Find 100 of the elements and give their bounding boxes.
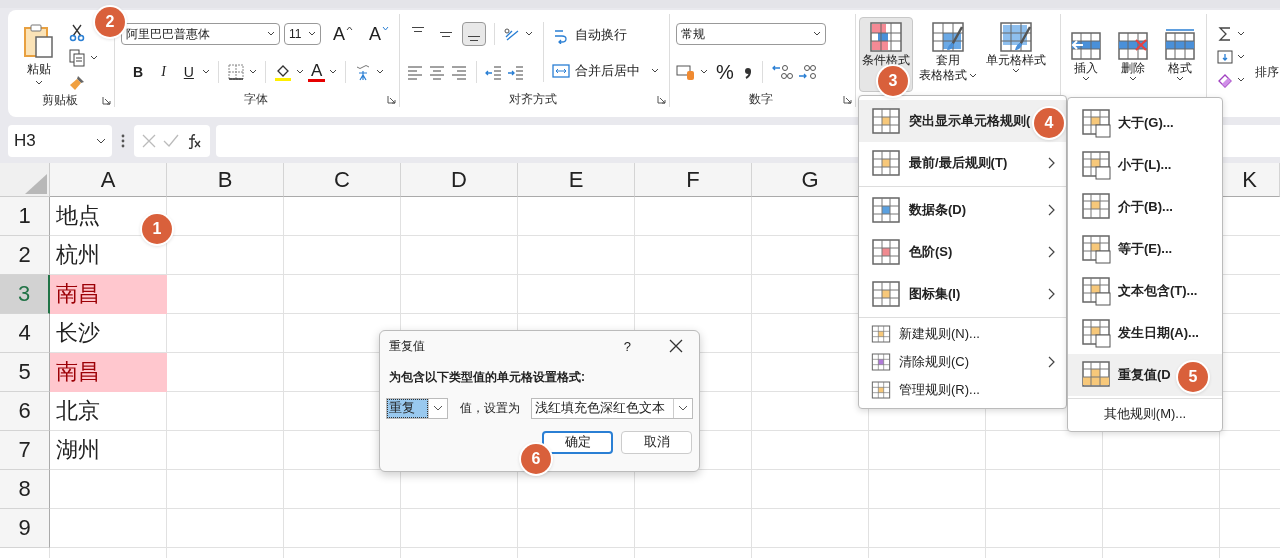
row-header[interactable]: 4 — [0, 314, 50, 353]
shrink-font-button[interactable]: A — [365, 23, 393, 45]
bold-button[interactable]: B — [129, 64, 148, 80]
grow-font-button[interactable]: A — [328, 23, 357, 45]
style-button[interactable]: 套用 表格格式 — [916, 17, 980, 92]
font-color-button[interactable]: A — [307, 62, 326, 82]
row-header[interactable]: 7 — [0, 431, 50, 470]
cells-button[interactable]: 插入 — [1064, 25, 1108, 86]
duplicate-type-dropdown[interactable]: 重复 — [386, 398, 448, 419]
column-header[interactable]: F — [635, 163, 752, 197]
caret-icon[interactable] — [1237, 31, 1245, 37]
row-header[interactable]: 6 — [0, 392, 50, 431]
font-size-dropdown[interactable]: 11 — [283, 23, 321, 45]
menu-item[interactable]: 清除规则(C) — [859, 348, 1066, 376]
fill-down-icon[interactable] — [1217, 49, 1233, 65]
menu-item[interactable]: 等于(E)... — [1068, 228, 1222, 270]
cells-button[interactable]: 删除 — [1111, 25, 1155, 86]
column-header[interactable]: D — [401, 163, 518, 197]
menu-item[interactable]: 新建规则(N)... — [859, 320, 1066, 348]
row-header[interactable]: 8 — [0, 470, 50, 509]
menu-item[interactable]: 图标集(I) — [859, 273, 1066, 315]
font-name-dropdown[interactable]: 阿里巴巴普惠体 — [121, 23, 280, 45]
border-icon[interactable] — [226, 63, 245, 81]
percent-button[interactable]: % — [712, 60, 738, 84]
row-header[interactable]: 1 — [0, 197, 50, 236]
table-icon — [1082, 318, 1112, 348]
caret-icon[interactable] — [1237, 77, 1245, 83]
caret-icon[interactable] — [1237, 54, 1245, 60]
cells-button[interactable]: 格式 — [1158, 25, 1202, 86]
menu-item[interactable]: 大于(G)... — [1068, 102, 1222, 144]
caret-icon[interactable] — [376, 69, 385, 75]
decrease-indent-icon[interactable] — [485, 63, 503, 81]
merge-center-button[interactable]: 合并后居中 — [552, 60, 659, 82]
row-header[interactable]: 9 — [0, 509, 50, 548]
row-header[interactable]: 5 — [0, 353, 50, 392]
caret-icon[interactable] — [90, 55, 98, 61]
row-header[interactable]: 2 — [0, 236, 50, 275]
dialog-prompt: 为包含以下类型值的单元格设置格式: — [388, 369, 586, 386]
close-icon[interactable] — [669, 339, 683, 353]
wrap-text-button[interactable]: 自动换行 — [552, 24, 659, 46]
caret-icon[interactable] — [248, 69, 257, 75]
brush-icon[interactable] — [68, 74, 86, 92]
caret-icon[interactable] — [700, 69, 708, 75]
group-label: 对齐方式 — [509, 91, 557, 108]
style-button[interactable]: 单元格样式 — [983, 17, 1049, 92]
underline-button[interactable]: U — [179, 64, 198, 80]
menu-item[interactable]: 色阶(S) — [859, 231, 1066, 273]
column-header[interactable]: B — [167, 163, 284, 197]
caret-icon[interactable] — [201, 69, 210, 75]
number-format-dropdown[interactable]: 常规 — [676, 23, 826, 45]
menu-item[interactable]: 文本包含(T)... — [1068, 270, 1222, 312]
table-icon — [1082, 234, 1112, 264]
group-label: 字体 — [243, 91, 268, 108]
row-header[interactable]: 3 — [0, 275, 50, 314]
align-center-icon[interactable] — [428, 63, 446, 81]
launcher-icon[interactable] — [102, 96, 111, 105]
align-right-icon[interactable] — [450, 63, 468, 81]
launcher-icon[interactable] — [387, 95, 396, 104]
caret-icon[interactable] — [295, 69, 304, 75]
sort-button[interactable]: 排序 — [1255, 64, 1279, 107]
dialog-label: 值，设置为 — [460, 400, 520, 417]
check-icon[interactable] — [163, 134, 179, 148]
fill-color-icon[interactable] — [273, 63, 292, 81]
launcher-icon[interactable] — [657, 95, 666, 104]
scissors-icon[interactable] — [68, 24, 86, 42]
eraser-icon[interactable] — [1217, 72, 1233, 88]
more-icon[interactable] — [121, 134, 125, 148]
name-box[interactable]: H3 — [8, 125, 112, 157]
text-orientation-icon[interactable] — [503, 25, 521, 43]
menu-item[interactable]: 管理规则(R)... — [859, 376, 1066, 404]
menu-item[interactable]: 小于(L)... — [1068, 144, 1222, 186]
column-header[interactable]: C — [284, 163, 401, 197]
dialog-button[interactable]: 取消 — [621, 431, 692, 454]
copy-icon[interactable] — [68, 49, 86, 67]
caret-icon[interactable] — [329, 69, 338, 75]
menu-item[interactable]: 其他规则(M)... — [1068, 401, 1222, 427]
merge-icon — [552, 62, 570, 80]
menu-item[interactable]: 介于(B)... — [1068, 186, 1222, 228]
step-badge: 5 — [1178, 362, 1208, 392]
dialog-button[interactable]: 确定 — [542, 431, 613, 454]
column-header[interactable]: A — [50, 163, 167, 197]
caret-icon[interactable] — [525, 31, 533, 37]
format-dropdown[interactable]: 浅红填充色深红色文本 — [531, 398, 693, 419]
function-icon[interactable] — [186, 133, 203, 149]
column-header[interactable]: K — [1220, 163, 1280, 197]
decrease-decimal-icon[interactable] — [796, 63, 819, 81]
column-header[interactable]: E — [518, 163, 635, 197]
launcher-icon[interactable] — [843, 95, 852, 104]
increase-indent-icon[interactable] — [507, 63, 525, 81]
sum-icon[interactable] — [1217, 26, 1233, 42]
align-left-icon[interactable] — [406, 63, 424, 81]
italic-button[interactable]: I — [157, 64, 170, 80]
vertical-align-button[interactable] — [462, 22, 486, 46]
menu-item[interactable]: 发生日期(A)... — [1068, 312, 1222, 354]
caret-icon — [1176, 76, 1184, 82]
paste-button[interactable]: 粘贴 — [18, 18, 60, 92]
increase-decimal-icon[interactable] — [770, 63, 793, 81]
caret-icon — [813, 31, 821, 37]
caret-icon — [1129, 76, 1137, 82]
help-button[interactable]: ? — [623, 338, 631, 354]
